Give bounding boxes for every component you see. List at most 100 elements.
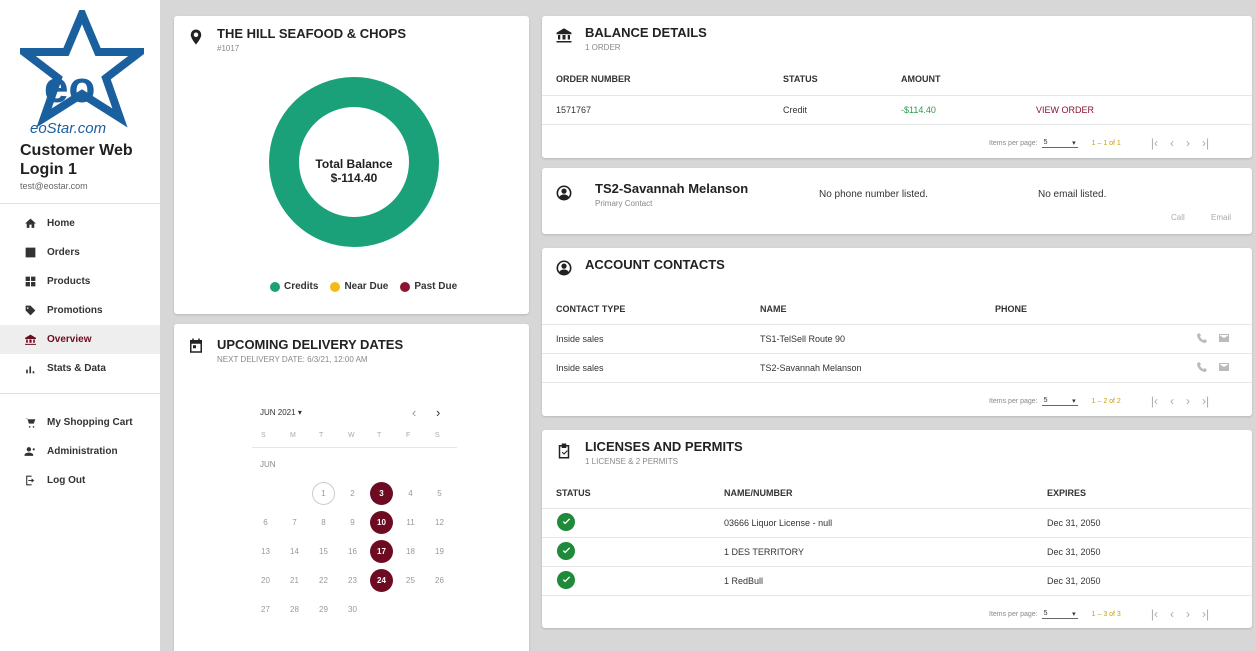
calendar-weekday: M — [290, 432, 296, 439]
legend-near-due-label: Near Due — [344, 281, 389, 292]
nav-home[interactable]: Home — [0, 209, 160, 238]
row-divider — [542, 595, 1252, 596]
prev-page-button[interactable]: ‹ — [1170, 136, 1174, 150]
email-icon[interactable] — [1218, 332, 1230, 347]
prev-page-button[interactable]: ‹ — [1170, 607, 1174, 621]
col-name-number: NAME/NUMBER — [724, 488, 793, 498]
next-page-button[interactable]: › — [1186, 136, 1190, 150]
calendar-weekday: T — [377, 432, 382, 439]
calendar-day[interactable]: 30 — [341, 598, 364, 621]
primary-contact-card: TS2-Savannah Melanson Primary Contact No… — [542, 168, 1252, 234]
calendar-day[interactable]: 8 — [312, 511, 335, 534]
nav-logout[interactable]: Log Out — [0, 466, 160, 495]
nav-orders[interactable]: Orders — [0, 238, 160, 267]
first-page-button[interactable]: |‹ — [1151, 607, 1158, 621]
calendar-day[interactable]: 2 — [341, 482, 364, 505]
view-order-link[interactable]: VIEW ORDER — [1036, 105, 1094, 115]
calendar-prev-button[interactable]: ‹ — [412, 405, 416, 420]
col-expires: EXPIRES — [1047, 488, 1087, 498]
calendar-day[interactable]: 10 — [370, 511, 393, 534]
calendar-day[interactable]: 11 — [399, 511, 422, 534]
legend-past-due-label: Past Due — [414, 281, 458, 292]
calendar-day[interactable]: 24 — [370, 569, 393, 592]
license-name-cell: 1 DES TERRITORY — [724, 547, 805, 557]
nav-cart[interactable]: My Shopping Cart — [0, 408, 160, 437]
items-per-page-select[interactable]: 5 ▾ — [1041, 139, 1078, 148]
nav-admin[interactable]: Administration — [0, 437, 160, 466]
next-page-button[interactable]: › — [1186, 607, 1190, 621]
calendar-day[interactable]: 21 — [283, 569, 306, 592]
call-button[interactable]: Call — [1171, 213, 1185, 222]
pager-label: Items per page: — [989, 139, 1038, 147]
calendar-day[interactable]: 17 — [370, 540, 393, 563]
calendar-weekday: F — [406, 432, 411, 439]
calendar-day[interactable]: 29 — [312, 598, 335, 621]
customer-number: #1017 — [217, 44, 240, 53]
contact-type-cell: Inside sales — [556, 363, 604, 373]
contact-type-cell: Inside sales — [556, 334, 604, 344]
delivery-title: UPCOMING DELIVERY DATES — [217, 337, 404, 352]
nav-promotions[interactable]: Promotions — [0, 296, 160, 325]
calendar-day[interactable]: 3 — [370, 482, 393, 505]
total-balance-label: Total Balance — [315, 157, 393, 171]
contact-icon — [555, 184, 573, 202]
balance-title: BALANCE DETAILS — [585, 25, 707, 40]
nav-products[interactable]: Products — [0, 267, 160, 296]
pager-label: Items per page: — [989, 610, 1038, 618]
legend-past-due: Past Due — [400, 281, 457, 292]
last-page-button[interactable]: ›| — [1202, 607, 1209, 621]
calendar-divider — [252, 447, 457, 448]
calendar-day[interactable]: 23 — [341, 569, 364, 592]
email-button[interactable]: Email — [1211, 213, 1231, 222]
calendar-day[interactable]: 5 — [428, 482, 451, 505]
calendar-day[interactable]: 16 — [341, 540, 364, 563]
calendar-day[interactable]: 15 — [312, 540, 335, 563]
pager-range: 1 – 1 of 1 — [1091, 139, 1121, 147]
logo-text: eoStar.com — [30, 120, 107, 137]
calendar-day[interactable]: 25 — [399, 569, 422, 592]
first-page-button[interactable]: |‹ — [1151, 394, 1158, 408]
calendar-day[interactable]: 18 — [399, 540, 422, 563]
last-page-button[interactable]: ›| — [1202, 136, 1209, 150]
calendar-day[interactable]: 4 — [399, 482, 422, 505]
calendar-month-select[interactable]: JUN 2021 ▾ — [260, 408, 302, 417]
calendar-weekday: S — [261, 432, 266, 439]
items-per-page-select[interactable]: 5 ▾ — [1041, 610, 1078, 619]
calendar-day[interactable]: 19 — [428, 540, 451, 563]
prev-page-button[interactable]: ‹ — [1170, 394, 1174, 408]
nav-overview[interactable]: Overview — [0, 325, 160, 354]
calendar-next-button[interactable]: › — [436, 405, 440, 420]
customer-card: THE HILL SEAFOOD & CHOPS #1017 Total Bal… — [174, 16, 529, 314]
calendar-day[interactable]: 20 — [254, 569, 277, 592]
next-page-button[interactable]: › — [1186, 394, 1190, 408]
first-page-button[interactable]: |‹ — [1151, 136, 1158, 150]
calendar-day[interactable]: 22 — [312, 569, 335, 592]
last-page-button[interactable]: ›| — [1202, 394, 1209, 408]
nav-products-label: Products — [47, 276, 91, 287]
phone-icon[interactable] — [1196, 332, 1208, 347]
order-status-cell: Credit — [783, 105, 808, 115]
primary-contact-phone: No phone number listed. — [819, 189, 928, 200]
phone-icon[interactable] — [1196, 361, 1208, 376]
items-per-page-select[interactable]: 5 ▾ — [1041, 397, 1078, 406]
balance-subtitle: 1 ORDER — [585, 43, 621, 52]
calendar-day[interactable]: 26 — [428, 569, 451, 592]
chevron-down-icon: ▾ — [1072, 139, 1076, 147]
contact-name-cell: TS1-TelSell Route 90 — [760, 334, 846, 344]
calendar-day[interactable]: 28 — [283, 598, 306, 621]
location-pin-icon — [187, 28, 205, 46]
nav-stats[interactable]: Stats & Data — [0, 354, 160, 383]
calendar-day[interactable]: 1 — [312, 482, 335, 505]
calendar-day[interactable]: 7 — [283, 511, 306, 534]
chevron-down-icon: ▾ — [1072, 610, 1076, 618]
contact-icon — [555, 259, 573, 277]
nav-orders-label: Orders — [47, 247, 80, 258]
calendar-day[interactable]: 9 — [341, 511, 364, 534]
calendar-day[interactable]: 14 — [283, 540, 306, 563]
calendar-day[interactable]: 6 — [254, 511, 277, 534]
calendar-day[interactable]: 13 — [254, 540, 277, 563]
calendar-day[interactable]: 27 — [254, 598, 277, 621]
email-icon[interactable] — [1218, 361, 1230, 376]
calendar-day[interactable]: 12 — [428, 511, 451, 534]
license-name-cell: 03666 Liquor License - null — [724, 518, 833, 528]
